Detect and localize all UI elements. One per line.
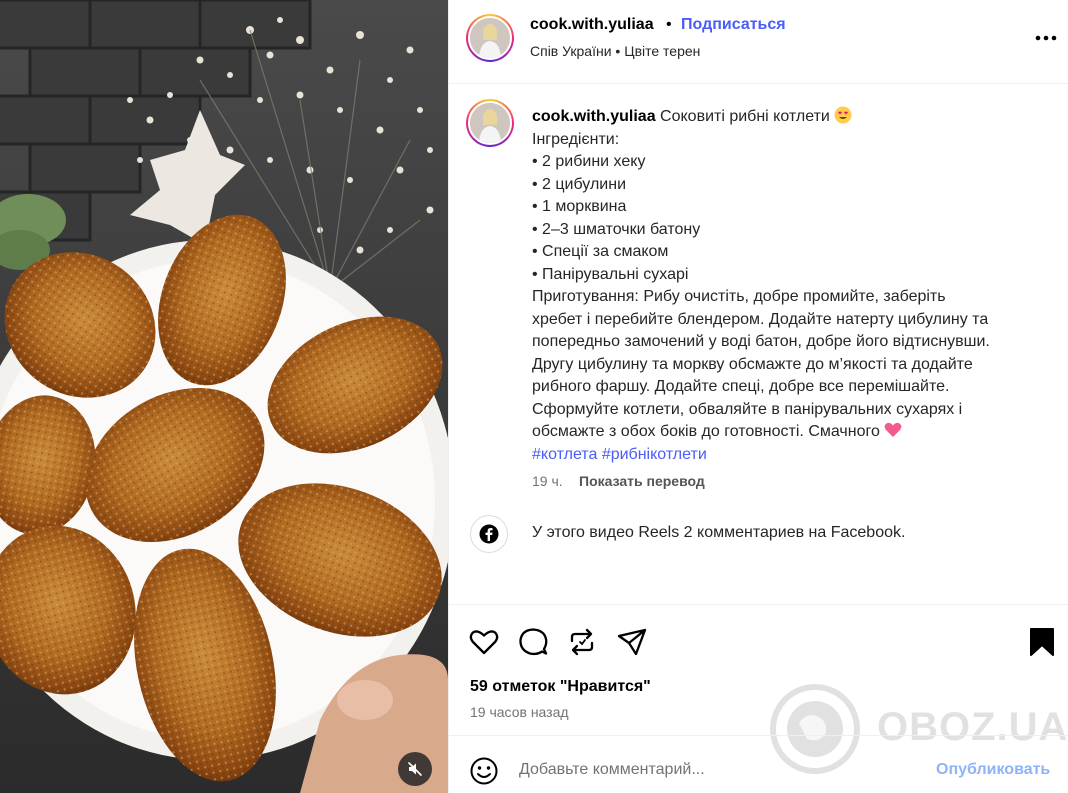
method-line: рибного фаршу. Додайте спеці, добре все … (532, 378, 950, 395)
ingredients-heading: Інгредієнти: (532, 130, 620, 148)
post-timestamp: 19 часов назад (470, 704, 569, 720)
author-photo-icon (470, 18, 510, 58)
separator-dot: • (666, 16, 672, 33)
heart-icon[interactable] (467, 625, 501, 659)
author-username[interactable]: cook.with.yuliaa (530, 16, 654, 34)
method-line: Другу цибулину та моркву обсмажте до м’я… (532, 355, 973, 373)
method-line: попередньо замочений у воді батон, добре… (532, 333, 990, 350)
likes-count[interactable]: 59 отметок "Нравится" (470, 678, 651, 696)
method-line: обсмажте з обох боків до готовності. Сма… (532, 423, 880, 440)
post-details-panel: cook.with.yuliaa • Подписаться Спів Укра… (448, 0, 1068, 793)
more-options-icon[interactable] (1032, 26, 1060, 50)
bookmark-icon[interactable] (1025, 625, 1059, 659)
instagram-post: cook.with.yuliaa • Подписаться Спів Укра… (0, 0, 1068, 793)
facebook-comments-text: У этого видео Reels 2 комментариев на Fa… (532, 524, 906, 541)
facebook-icon (479, 524, 499, 544)
method-line: Приготування: Рибу очистіть, добре проми… (532, 288, 946, 305)
ingredient-item: • 2–3 шматочки батону (532, 220, 701, 238)
hashtag-link[interactable]: #котлета (532, 446, 597, 463)
follow-button[interactable]: Подписаться (681, 16, 786, 34)
ingredient-item: • 2 рибини хеку (532, 153, 646, 170)
caption-title: Соковиті рибні котлети (660, 108, 830, 125)
emoji-picker-icon[interactable] (469, 756, 499, 786)
publish-comment-button[interactable]: Опубликовать (936, 761, 1050, 779)
muted-speaker-icon (408, 762, 422, 776)
heart-eyes-emoji-icon (834, 106, 852, 124)
fish-cutlets-photo (0, 0, 448, 793)
post-media-video[interactable] (0, 0, 448, 793)
comment-icon[interactable] (516, 625, 550, 659)
method-line: Сформуйте котлети, обваляйте в панірувал… (532, 400, 963, 418)
audio-track-link[interactable]: Спів України • Цвіте терен (530, 43, 700, 59)
ingredient-item: • Панірувальні сухарі (532, 265, 689, 283)
caption-username[interactable]: cook.with.yuliaa (532, 108, 656, 125)
author-avatar[interactable] (466, 14, 514, 62)
show-translation-button[interactable]: Показать перевод (579, 473, 705, 489)
caption-author-avatar[interactable] (466, 99, 514, 147)
ingredient-item: • 1 морквина (532, 198, 627, 215)
method-line: хребет і перебийте блендером. Додайте на… (532, 310, 989, 328)
post-header: cook.with.yuliaa • Подписаться Спів Укра… (449, 0, 1068, 84)
facebook-icon-circle (470, 515, 508, 553)
hashtag-link[interactable]: #рибнікотлети (602, 446, 707, 463)
ingredient-item: • Спеції за смаком (532, 243, 669, 260)
repost-icon[interactable] (565, 625, 599, 659)
share-icon[interactable] (615, 625, 649, 659)
caption-age: 19 ч. (532, 473, 563, 489)
caption-text: cook.with.yuliaa Соковиті рибні котлети … (532, 106, 1052, 466)
ingredient-item: • 2 цибулини (532, 175, 626, 193)
mute-toggle-button[interactable] (398, 752, 432, 786)
comment-input[interactable] (519, 758, 919, 782)
author-photo-icon (470, 103, 510, 143)
pink-heart-emoji-icon (884, 422, 902, 437)
comment-bar: Опубликовать (449, 735, 1068, 793)
